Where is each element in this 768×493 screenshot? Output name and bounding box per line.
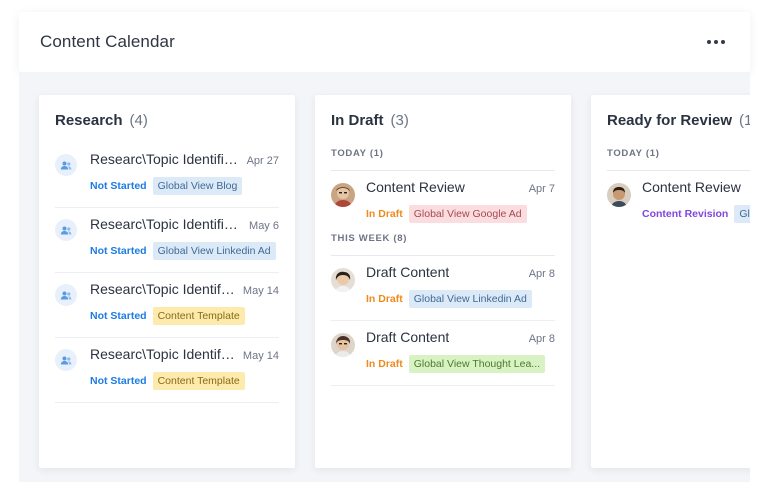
card-date: May 14 — [242, 285, 279, 297]
card-date: May 6 — [249, 220, 279, 232]
card-title: Draft Content — [366, 264, 450, 280]
user-avatar — [331, 183, 355, 207]
team-icon — [55, 154, 77, 176]
card-date: Apr 7 — [528, 183, 555, 195]
content-type-tag: Global View Thought Lea... — [408, 355, 546, 373]
card-title: Researc\Topic Identificat... — [90, 151, 241, 167]
card-title: Researc\Topic Identifica... — [90, 346, 237, 362]
card-title: Content Review — [366, 179, 465, 195]
content-type-tag: Global View Linkedin Ad — [408, 290, 532, 308]
content-type-tag: Glo — [734, 205, 750, 223]
column-ready-for-review: Ready for Review (1) TODAY (1) Content R… — [591, 95, 750, 468]
task-card[interactable]: Researc\Topic Identifica... May 14 Not S… — [39, 273, 295, 337]
column-count: (4) — [129, 112, 148, 129]
column-title: In Draft — [331, 112, 384, 129]
column-title: Research — [55, 112, 123, 129]
section-label-today: TODAY (1) — [607, 148, 660, 159]
status-label: Not Started — [90, 375, 147, 387]
card-divider — [331, 385, 555, 386]
user-avatar — [331, 333, 355, 357]
user-avatar — [607, 183, 631, 207]
calendar-header: Content Calendar — [19, 12, 750, 72]
card-title: Researc\Topic Identificat... — [90, 216, 244, 232]
status-label: Not Started — [90, 245, 147, 257]
section-label-today: TODAY (1) — [331, 148, 384, 159]
team-icon — [55, 284, 77, 306]
content-type-tag: Content Template — [152, 307, 245, 325]
column-title: Ready for Review — [607, 112, 733, 129]
card-date: Apr 8 — [528, 333, 555, 345]
column-research: Research (4) Researc\Topic Identificat..… — [39, 95, 295, 468]
column-count: (3) — [390, 112, 409, 129]
kanban-board: Research (4) Researc\Topic Identificat..… — [19, 72, 750, 482]
card-date: Apr 8 — [528, 268, 555, 280]
card-title: Content Review — [642, 179, 741, 195]
status-label: Content Revision — [642, 208, 729, 220]
card-title: Researc\Topic Identifica... — [90, 281, 237, 297]
task-card[interactable]: Content Review Content Revision Glo — [591, 171, 750, 231]
task-card[interactable]: Researc\Topic Identificat... May 6 Not S… — [39, 208, 295, 272]
content-type-tag: Content Template — [152, 372, 245, 390]
more-options-icon[interactable] — [703, 36, 729, 48]
status-label: In Draft — [366, 358, 403, 370]
column-header: Ready for Review (1) — [591, 95, 750, 143]
team-icon — [55, 349, 77, 371]
card-date: Apr 27 — [246, 155, 279, 167]
content-type-tag: Global View Linkedin Ad — [152, 242, 276, 260]
status-label: Not Started — [90, 310, 147, 322]
status-label: Not Started — [90, 180, 147, 192]
team-icon — [55, 219, 77, 241]
status-label: In Draft — [366, 208, 403, 220]
user-avatar — [331, 268, 355, 292]
card-title: Draft Content — [366, 329, 450, 345]
task-card[interactable]: Draft Content Apr 8 In Draft Global View… — [315, 321, 571, 385]
page-title: Content Calendar — [40, 32, 175, 51]
task-card[interactable]: Content Review Apr 7 In Draft Global Vie… — [315, 171, 571, 231]
column-header: In Draft (3) — [315, 95, 571, 143]
column-header: Research (4) — [39, 95, 295, 143]
content-type-tag: Global View Blog — [152, 177, 243, 195]
content-type-tag: Global View Google Ad — [408, 205, 527, 223]
status-label: In Draft — [366, 293, 403, 305]
task-card[interactable]: Draft Content Apr 8 In Draft Global View… — [315, 256, 571, 320]
content-calendar-widget: Content Calendar Research (4) Researc\To… — [0, 0, 768, 493]
section-label-this-week: THIS WEEK (8) — [331, 233, 408, 244]
task-card[interactable]: Researc\Topic Identificat... Apr 27 Not … — [39, 143, 295, 207]
column-count: (1) — [739, 112, 750, 129]
task-card[interactable]: Researc\Topic Identifica... May 14 Not S… — [39, 338, 295, 402]
column-in-draft: In Draft (3) TODAY (1) Content Review Ap… — [315, 95, 571, 468]
card-divider — [55, 402, 279, 403]
card-date: May 14 — [242, 350, 279, 362]
